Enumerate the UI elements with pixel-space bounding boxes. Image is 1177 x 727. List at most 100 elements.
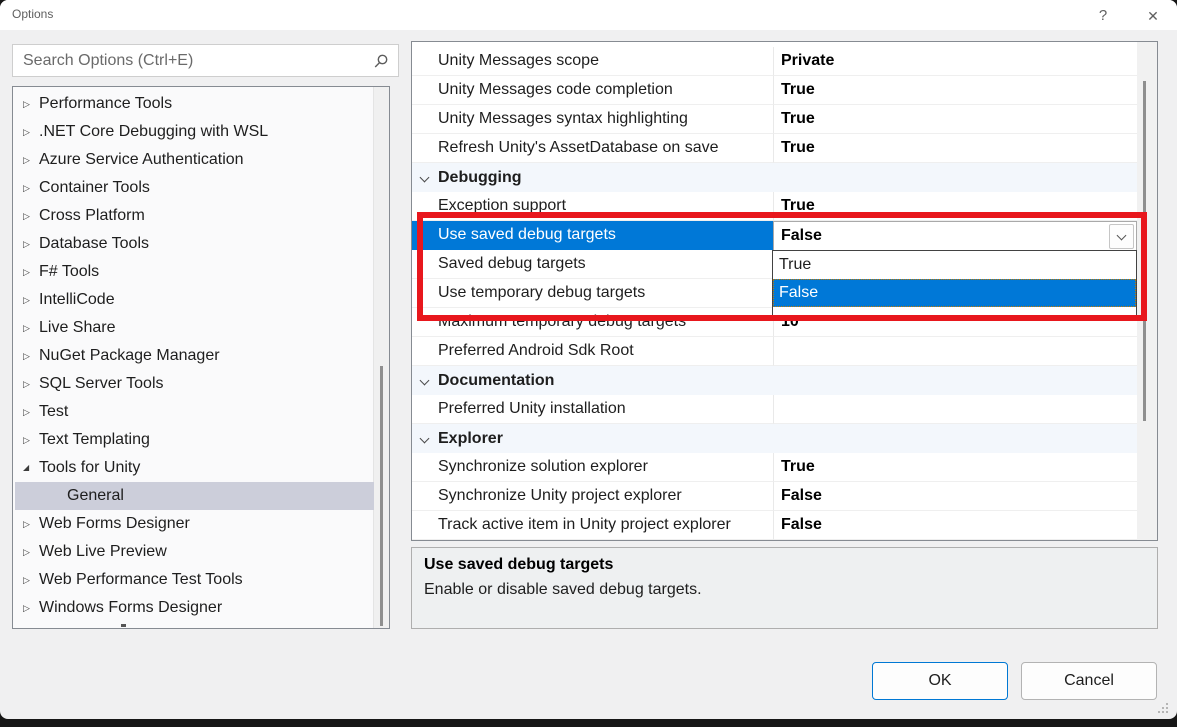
collapsed-arrow-icon[interactable]: ▷ [23,146,37,174]
resize-grip[interactable] [1156,701,1170,715]
collapsed-arrow-icon[interactable]: ▷ [23,230,37,258]
property-label[interactable]: Saved debug targets [412,250,773,279]
property-row-preferred-android-sdk-root[interactable]: Preferred Android Sdk Root [412,337,1137,366]
grid-scrollbar-thumb[interactable] [1143,81,1146,421]
collapsed-arrow-icon[interactable]: ▷ [23,314,37,342]
ok-button[interactable]: OK [872,662,1008,700]
property-row-use-saved-debug-targets[interactable]: Use saved debug targetsFalse [412,221,1137,250]
property-label[interactable]: Preferred Unity installation [412,395,773,424]
property-label[interactable]: Track active item in Unity project explo… [412,511,773,540]
property-value[interactable]: True [773,76,1137,105]
property-row-synchronize-unity-project-explorer[interactable]: Synchronize Unity project explorerFalse [412,482,1137,511]
cancel-button[interactable]: Cancel [1021,662,1157,700]
expanded-arrow-icon[interactable]: ◢ [23,454,37,482]
close-icon[interactable]: ✕ [1136,4,1170,28]
dialog-title: Options [12,7,53,21]
sidebar-item-intellicode[interactable]: ▷IntelliCode [15,286,374,314]
collapsed-arrow-icon[interactable]: ▷ [23,566,37,594]
sidebar-item-database-tools[interactable]: ▷Database Tools [15,230,374,258]
property-label[interactable]: Synchronize solution explorer [412,453,773,482]
collapsed-arrow-icon[interactable]: ▷ [23,398,37,426]
sidebar-item-label: Database Tools [39,230,149,258]
section-row-documentation[interactable]: Documentation [412,366,1137,395]
dropdown-option-true[interactable]: True [773,251,1136,279]
sidebar-item-cross-platform[interactable]: ▷Cross Platform [15,202,374,230]
property-label[interactable]: Exception support [412,192,773,221]
grid-scrollbar[interactable] [1137,42,1157,540]
property-row-refresh-unity-s-assetdatabase-on-save[interactable]: Refresh Unity's AssetDatabase on saveTru… [412,134,1137,163]
sidebar-item-web-forms-designer[interactable]: ▷Web Forms Designer [15,510,374,538]
sidebar-item-tools-for-unity[interactable]: ◢Tools for Unity [15,454,374,482]
collapsed-arrow-icon[interactable]: ▷ [23,90,37,118]
tree-scrollbar-thumb[interactable] [380,366,383,626]
property-value[interactable]: True [773,453,1137,482]
property-value[interactable]: True [773,192,1137,221]
property-value[interactable]: Private [773,47,1137,76]
property-label[interactable]: Refresh Unity's AssetDatabase on save [412,134,773,163]
property-label[interactable]: Use saved debug targets [412,221,773,250]
property-value[interactable] [773,395,1137,424]
property-row-synchronize-solution-explorer[interactable]: Synchronize solution explorerTrue [412,453,1137,482]
collapsed-arrow-icon[interactable]: ▷ [23,370,37,398]
sidebar-item-label: General [67,482,124,510]
sidebar-item-general[interactable]: General [15,482,374,510]
sidebar-item--net-core-debugging-with-wsl[interactable]: ▷.NET Core Debugging with WSL [15,118,374,146]
section-row-debugging[interactable]: Debugging [412,163,1137,192]
sidebar-item-nuget-package-manager[interactable]: ▷NuGet Package Manager [15,342,374,370]
collapsed-arrow-icon[interactable]: ▷ [23,538,37,566]
search-input[interactable] [21,45,361,76]
search-icon[interactable] [373,53,389,74]
sidebar-item-windows-forms-designer[interactable]: ▷Windows Forms Designer [15,594,374,622]
property-label[interactable]: Unity Messages scope [412,47,773,76]
property-value[interactable] [773,337,1137,366]
property-label[interactable]: Synchronize Unity project explorer [412,482,773,511]
property-label[interactable]: Unity Messages code completion [412,76,773,105]
help-icon[interactable]: ? [1086,4,1120,28]
collapsed-arrow-icon[interactable]: ▷ [23,426,37,454]
property-row-unity-messages-code-completion[interactable]: Unity Messages code completionTrue [412,76,1137,105]
property-row-unity-messages-scope[interactable]: Unity Messages scopePrivate [412,47,1137,76]
property-value[interactable]: False [773,511,1137,540]
sidebar-item-text-templating[interactable]: ▷Text Templating [15,426,374,454]
collapsed-arrow-icon[interactable]: ▷ [23,342,37,370]
property-row-track-active-item-in-unity-project-explorer[interactable]: Track active item in Unity project explo… [412,511,1137,540]
sidebar-item-live-share[interactable]: ▷Live Share [15,314,374,342]
collapsed-arrow-icon[interactable]: ▷ [23,258,37,286]
sidebar-item-container-tools[interactable]: ▷Container Tools [15,174,374,202]
chevron-down-icon[interactable] [420,376,430,386]
sidebar-item-label: Web Forms Designer [39,510,190,538]
collapsed-arrow-icon[interactable]: ▷ [23,202,37,230]
property-label[interactable]: Maximum temporary debug targets [412,308,773,337]
dropdown-button[interactable] [1109,224,1134,249]
chevron-down-icon[interactable] [420,173,430,183]
chevron-down-icon[interactable] [420,434,430,444]
collapsed-arrow-icon[interactable]: ▷ [23,510,37,538]
collapsed-arrow-icon[interactable]: ▷ [23,594,37,622]
property-row-exception-support[interactable]: Exception supportTrue [412,192,1137,221]
sidebar-item-azure-service-authentication[interactable]: ▷Azure Service Authentication [15,146,374,174]
sidebar-item-sql-server-tools[interactable]: ▷SQL Server Tools [15,370,374,398]
description-panel: Use saved debug targets Enable or disabl… [411,547,1158,629]
sidebar-item-web-live-preview[interactable]: ▷Web Live Preview [15,538,374,566]
property-label[interactable]: Preferred Android Sdk Root [412,337,773,366]
sidebar-item-web-performance-test-tools[interactable]: ▷Web Performance Test Tools [15,566,374,594]
collapsed-arrow-icon[interactable]: ▷ [23,174,37,202]
property-value[interactable]: False [773,221,1137,250]
sidebar-item-label: Live Share [39,314,116,342]
collapsed-arrow-icon[interactable]: ▷ [23,118,37,146]
property-value[interactable]: True [773,105,1137,134]
dropdown-option-false[interactable]: False [773,279,1136,307]
property-value[interactable]: True [773,134,1137,163]
property-label[interactable]: Unity Messages syntax highlighting [412,105,773,134]
collapsed-arrow-icon[interactable]: ▷ [23,286,37,314]
sidebar-item-f-tools[interactable]: ▷F# Tools [15,258,374,286]
sidebar-item-performance-tools[interactable]: ▷Performance Tools [15,90,374,118]
section-label: Documentation [438,366,554,395]
tree-scrollbar[interactable] [373,87,389,628]
section-row-explorer[interactable]: Explorer [412,424,1137,453]
property-value[interactable]: False [773,482,1137,511]
property-label[interactable]: Use temporary debug targets [412,279,773,308]
property-row-unity-messages-syntax-highlighting[interactable]: Unity Messages syntax highlightingTrue [412,105,1137,134]
property-row-preferred-unity-installation[interactable]: Preferred Unity installation [412,395,1137,424]
sidebar-item-test[interactable]: ▷Test [15,398,374,426]
